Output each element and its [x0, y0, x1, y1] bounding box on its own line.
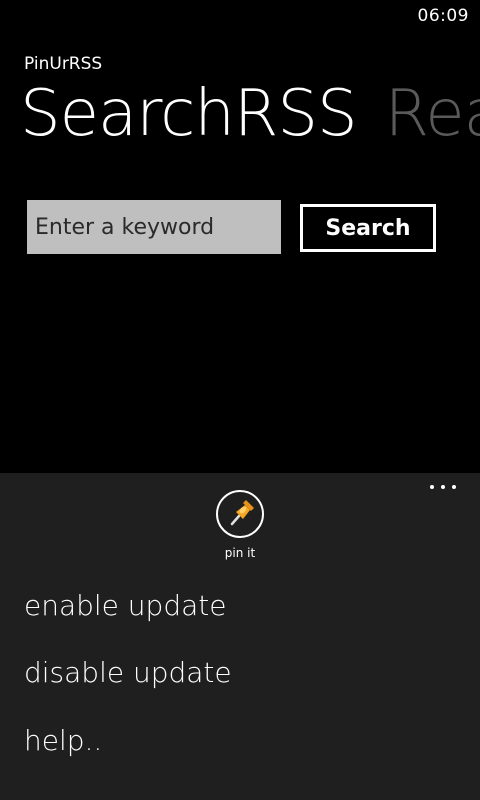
- search-button[interactable]: Search: [300, 204, 436, 252]
- pivot-item-next[interactable]: Rea: [385, 77, 480, 151]
- pin-it-button[interactable]: pin it: [216, 490, 264, 560]
- status-bar-time: 06:09: [417, 6, 469, 26]
- keyword-input[interactable]: [27, 200, 281, 254]
- pushpin-icon: [230, 500, 254, 526]
- menu-item-help[interactable]: help..: [24, 724, 102, 757]
- menu-item-disable-update[interactable]: disable update: [24, 656, 232, 689]
- pin-it-label: pin it: [224, 546, 256, 560]
- pivot-header: SearchRSSRea: [20, 82, 480, 146]
- pivot-item-searchrss[interactable]: SearchRSS: [20, 77, 358, 151]
- pin-circle: [216, 490, 264, 538]
- application-bar: pin it enable update disable update help…: [0, 473, 480, 800]
- app-title: PinUrRSS: [24, 54, 103, 74]
- ellipsis-icon[interactable]: [430, 483, 456, 491]
- menu-item-enable-update[interactable]: enable update: [24, 589, 226, 622]
